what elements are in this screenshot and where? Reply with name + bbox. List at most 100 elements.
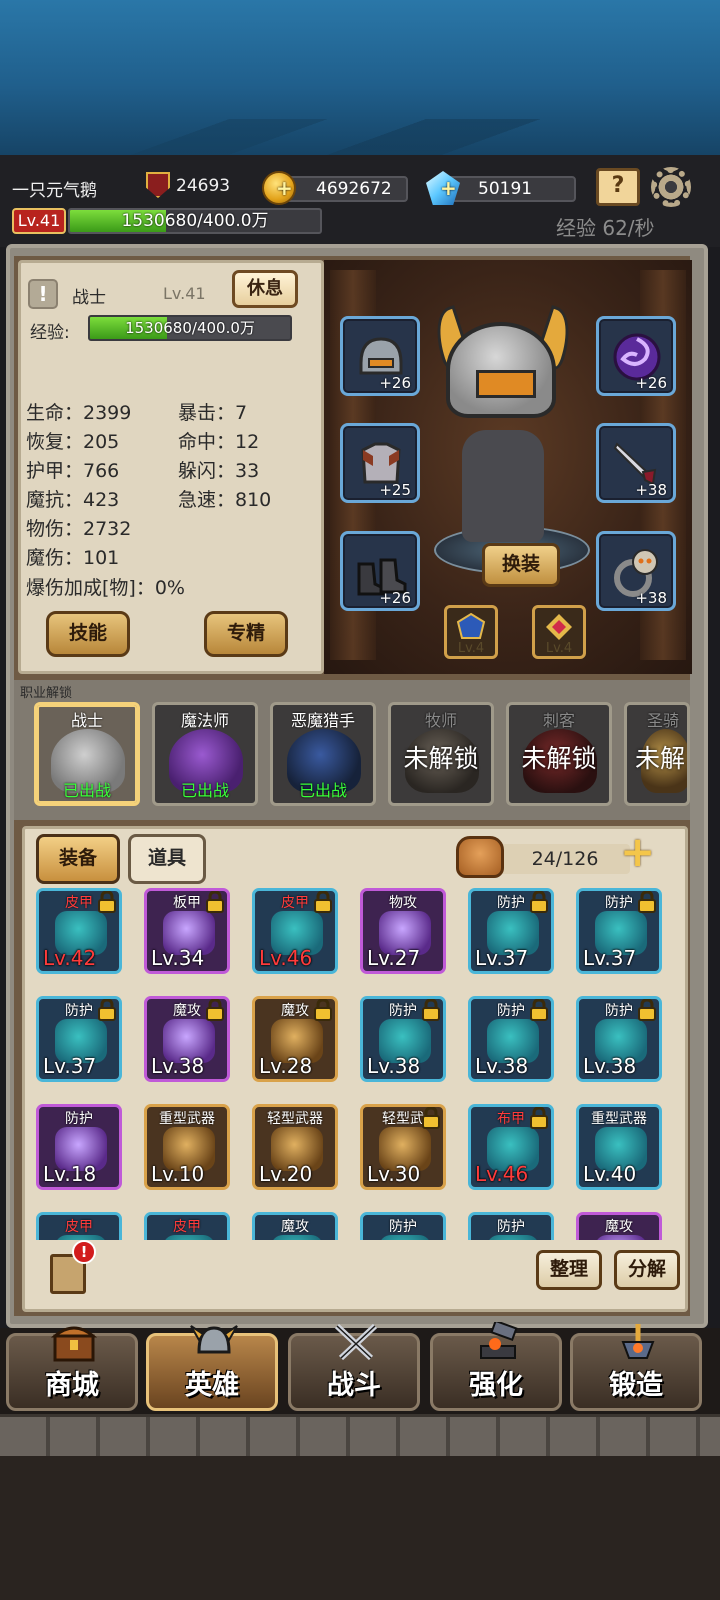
- add-gems-plus-icon[interactable]: +: [440, 176, 457, 200]
- hero-body: [462, 430, 544, 542]
- stat-physical-damage: 物伤：2732: [26, 518, 132, 540]
- equip-slot-armor[interactable]: +25: [340, 423, 420, 503]
- stat-regen: 恢复：205: [26, 431, 120, 453]
- inventory-item[interactable]: 皮甲 Lv.46: [252, 888, 338, 974]
- class-status: 已出战: [62, 781, 111, 800]
- inventory-item[interactable]: 皮甲 Lv.42: [36, 888, 122, 974]
- class-locked-label: 未解锁: [403, 744, 479, 773]
- nav-hero[interactable]: 英雄: [146, 1325, 278, 1411]
- inventory-item[interactable]: 防护 Lv.37: [36, 996, 122, 1082]
- equip-slot-helmet[interactable]: +26: [340, 316, 420, 396]
- nav-battle[interactable]: 战斗: [288, 1323, 420, 1411]
- treasure-chest-icon: [50, 1326, 98, 1362]
- inventory-item[interactable]: 防护 Lv.38: [576, 996, 662, 1082]
- nav-enhance[interactable]: 强化: [430, 1322, 562, 1411]
- inventory-item[interactable]: 轻型武器 Lv.20: [252, 1104, 338, 1190]
- decompose-button[interactable]: 分解: [614, 1250, 680, 1290]
- class-card-warrior[interactable]: 战士 已出战: [34, 702, 140, 806]
- item-level: Lv.38: [583, 1054, 637, 1078]
- item-type: 魔攻: [281, 1219, 309, 1235]
- class-name: 圣骑: [647, 711, 680, 730]
- item-type: 重型武器: [159, 1111, 215, 1127]
- stat-magic-damage: 魔伤：101: [26, 547, 120, 569]
- inventory-item[interactable]: 魔攻: [252, 1212, 338, 1240]
- player-level-badge: Lv.41: [12, 208, 66, 234]
- inventory-item[interactable]: 防护 Lv.38: [468, 996, 554, 1082]
- player-name[interactable]: 一只元气鹅: [12, 176, 97, 201]
- class-card-demon-hunter[interactable]: 恶魔猎手 已出战: [270, 702, 376, 806]
- exclamation-icon[interactable]: !: [28, 279, 58, 309]
- class-card-mage[interactable]: 魔法师 已出战: [152, 702, 258, 806]
- tab-equipment[interactable]: 装备: [36, 834, 120, 884]
- rest-button[interactable]: 休息: [232, 270, 298, 308]
- expand-bag-plus-icon[interactable]: +: [620, 831, 672, 876]
- nav-forge[interactable]: 锻造: [570, 1324, 702, 1411]
- player-xp-bar: 1530680/400.0万: [68, 208, 322, 234]
- class-card-assassin[interactable]: 刺客 未解锁: [506, 702, 612, 806]
- item-level: Lv.30: [367, 1162, 421, 1186]
- class-card-paladin[interactable]: 圣骑 未解: [624, 702, 690, 806]
- item-type: 魔攻: [605, 1219, 633, 1235]
- item-type: 防护: [389, 1219, 417, 1235]
- sort-button[interactable]: 整理: [536, 1250, 602, 1290]
- add-gold-plus-icon[interactable]: +: [276, 176, 293, 200]
- gem-counter[interactable]: 50191: [438, 176, 576, 202]
- item-level: Lv.28: [259, 1054, 313, 1078]
- equip-slot-orb[interactable]: +26: [596, 316, 676, 396]
- inventory-item[interactable]: 防护: [468, 1212, 554, 1240]
- lock-icon: [206, 891, 224, 913]
- inventory-item[interactable]: 物攻 Lv.27: [360, 888, 446, 974]
- armor-enhance-level: +25: [379, 481, 411, 499]
- equip-slot-ring[interactable]: +38: [596, 531, 676, 611]
- lock-icon: [638, 999, 656, 1021]
- change-outfit-button[interactable]: 换装: [482, 543, 560, 587]
- game-screen: 一只元气鹅 24693 4692672 + 50191 + ? Lv.41 15…: [0, 0, 720, 1600]
- inventory-item[interactable]: 皮甲: [36, 1212, 122, 1240]
- item-level: Lv.18: [43, 1162, 97, 1186]
- hero-xp-bar: 1530680/400.0万: [88, 315, 292, 341]
- lock-icon: [314, 999, 332, 1021]
- hero-level: Lv.41: [163, 284, 206, 303]
- inventory-item[interactable]: 防护 Lv.37: [576, 888, 662, 974]
- nav-shop[interactable]: 商城: [6, 1326, 138, 1411]
- class-card-priest[interactable]: 牧师 未解锁: [388, 702, 494, 806]
- inventory-item[interactable]: 防护 Lv.38: [360, 996, 446, 1082]
- hero-xp-text: 1530680/400.0万: [125, 319, 255, 337]
- inventory-item[interactable]: 防护 Lv.18: [36, 1104, 122, 1190]
- inventory-item[interactable]: 魔攻: [576, 1212, 662, 1240]
- nav-label: 商城: [45, 1370, 99, 1401]
- inventory-item[interactable]: 重型武器 Lv.10: [144, 1104, 230, 1190]
- inventory-item[interactable]: 防护 Lv.37: [468, 888, 554, 974]
- inventory-item[interactable]: 魔攻 Lv.28: [252, 996, 338, 1082]
- inventory-item[interactable]: 魔攻 Lv.38: [144, 996, 230, 1082]
- emblem-slot-1[interactable]: Lv.4: [444, 605, 498, 659]
- tab-items[interactable]: 道具: [128, 834, 206, 884]
- settings-gear-icon[interactable]: [651, 167, 691, 207]
- inventory-item[interactable]: 轻型武 Lv.30: [360, 1104, 446, 1190]
- inventory-item[interactable]: 皮甲: [144, 1212, 230, 1240]
- combat-power: 24693: [176, 176, 231, 196]
- crossed-swords-icon: [334, 1323, 378, 1361]
- inventory-item[interactable]: 重型武器 Lv.40: [576, 1104, 662, 1190]
- mastery-button[interactable]: 专精: [204, 611, 288, 657]
- stat-crit-damage-bonus: 爆伤加成[物]：0%: [26, 577, 185, 599]
- item-type: 物攻: [389, 895, 417, 911]
- inventory-item[interactable]: 布甲 Lv.46: [468, 1104, 554, 1190]
- guide-book-icon[interactable]: ?: [596, 168, 640, 206]
- class-status: 已出战: [180, 781, 229, 800]
- equip-slot-boots[interactable]: +26: [340, 531, 420, 611]
- hero-class-name: 战士: [72, 288, 106, 308]
- helmet-enhance-level: +26: [379, 374, 411, 392]
- lock-icon: [314, 891, 332, 913]
- skills-button[interactable]: 技能: [46, 611, 130, 657]
- inventory-item[interactable]: 板甲 Lv.34: [144, 888, 230, 974]
- item-level: Lv.46: [475, 1162, 529, 1186]
- red-gem-emblem-icon: [546, 614, 572, 640]
- weapon-enhance-level: +38: [635, 481, 667, 499]
- class-name: 牧师: [424, 711, 457, 730]
- inventory-item[interactable]: 防护: [360, 1212, 446, 1240]
- emblem-slot-2[interactable]: Lv.4: [532, 605, 586, 659]
- class-name: 战士: [70, 711, 103, 730]
- equip-slot-weapon[interactable]: +38: [596, 423, 676, 503]
- item-level: Lv.40: [583, 1162, 637, 1186]
